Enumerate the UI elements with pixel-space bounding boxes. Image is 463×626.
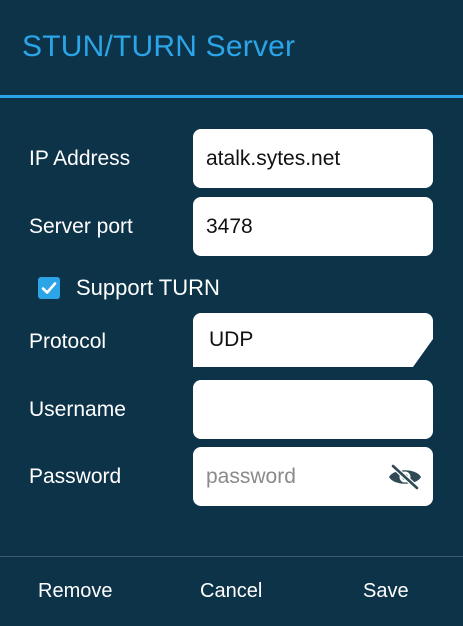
support-turn-label: Support TURN	[76, 275, 220, 300]
username-field[interactable]	[193, 380, 433, 439]
password-label: Password	[29, 465, 122, 488]
save-button[interactable]: Save	[363, 580, 409, 603]
remove-button[interactable]: Remove	[38, 580, 112, 603]
ip-address-value: atalk.sytes.net	[206, 146, 341, 170]
password-field[interactable]: password	[193, 447, 433, 506]
dropdown-arrow-icon	[413, 339, 433, 367]
dialog-title: STUN/TURN Server	[22, 30, 296, 63]
support-turn-checkbox-row[interactable]: Support TURN	[38, 275, 220, 301]
eye-off-icon[interactable]	[387, 462, 423, 492]
support-turn-checkbox[interactable]	[38, 277, 60, 299]
password-placeholder: password	[206, 464, 296, 488]
protocol-label: Protocol	[29, 330, 107, 353]
ip-address-label: IP Address	[29, 147, 131, 170]
checkmark-icon	[41, 282, 57, 294]
server-port-value: 3478	[206, 214, 253, 238]
username-label: Username	[29, 398, 126, 421]
ip-address-field[interactable]: atalk.sytes.net	[193, 129, 433, 188]
server-port-label: Server port	[29, 215, 133, 238]
cancel-button[interactable]: Cancel	[200, 580, 262, 603]
server-port-field[interactable]: 3478	[193, 197, 433, 256]
actions-divider	[0, 556, 463, 557]
title-divider	[0, 95, 463, 98]
protocol-selected-value: UDP	[209, 328, 254, 351]
protocol-select[interactable]: UDP	[193, 313, 433, 370]
stun-turn-dialog: STUN/TURN Server IP Address atalk.sytes.…	[0, 0, 463, 626]
